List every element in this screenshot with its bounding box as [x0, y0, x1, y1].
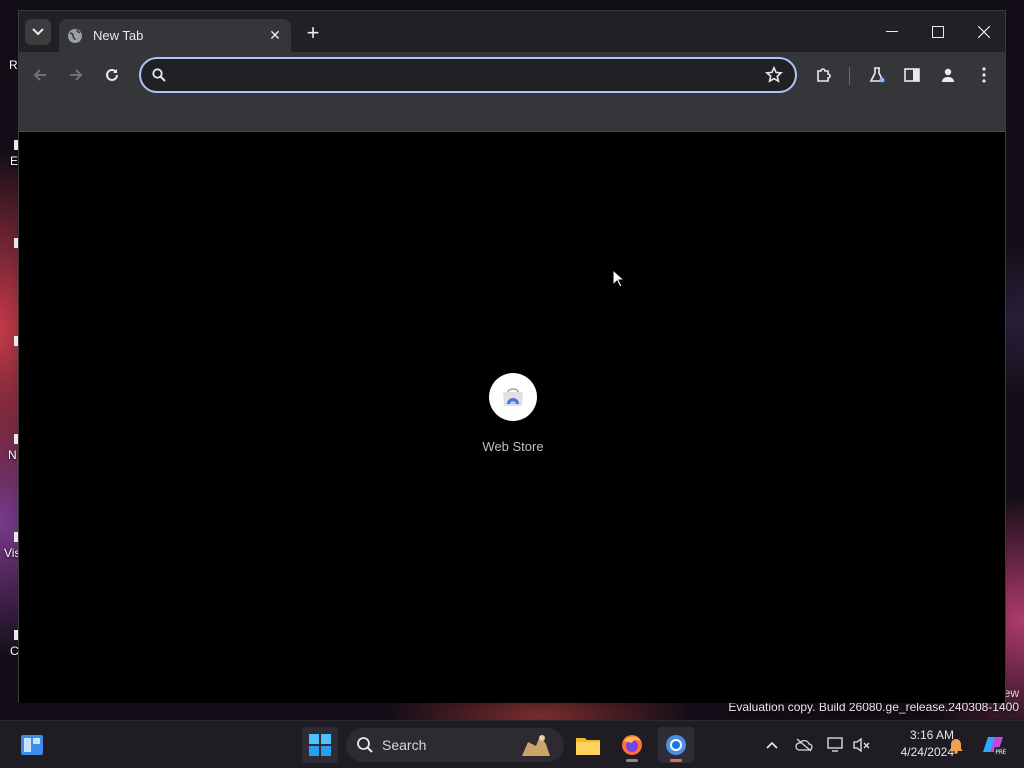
profile-button[interactable]: [935, 62, 961, 88]
globe-icon: [68, 28, 82, 43]
address-input[interactable]: [175, 59, 755, 91]
tab-new-tab[interactable]: New Tab ✕: [59, 19, 291, 52]
extensions-button[interactable]: [811, 62, 837, 88]
network-icon: [827, 737, 843, 752]
chevron-up-icon: [766, 741, 778, 749]
puzzle-icon: [817, 68, 831, 82]
bell-icon: [949, 739, 963, 754]
menu-button[interactable]: [971, 62, 997, 88]
person-icon: [942, 68, 954, 82]
desktop-icon-4[interactable]: [0, 336, 20, 350]
notifications-button[interactable]: [946, 735, 966, 755]
browser-window: New Tab ✕ + Web Store: [18, 10, 1006, 703]
search-icon: [357, 737, 373, 753]
onedrive-tray[interactable]: [794, 735, 814, 755]
tab-strip: New Tab ✕ +: [19, 11, 1005, 52]
desktop-icon-c[interactable]: C: [0, 630, 20, 658]
close-window-button[interactable]: [961, 17, 1007, 47]
tab-title: New Tab: [93, 28, 144, 43]
desktop-icon-vis[interactable]: Vis: [0, 532, 20, 560]
mouse-cursor-icon: [612, 269, 624, 288]
taskbar-file-explorer[interactable]: [570, 727, 606, 763]
desktop-icon-label: N: [8, 448, 17, 462]
maximize-icon: [932, 26, 944, 38]
maximize-button[interactable]: [915, 17, 961, 47]
side-panel-icon: [904, 68, 920, 82]
running-indicator: [670, 759, 682, 762]
widgets-icon: [21, 735, 43, 755]
svg-text:PRE: PRE: [996, 750, 1007, 756]
arrow-right-icon: [70, 69, 83, 81]
copilot-button[interactable]: PRE: [980, 735, 1007, 756]
arrow-left-icon: [33, 69, 46, 81]
show-hidden-icons-button[interactable]: [762, 735, 782, 755]
speaker-muted-icon: [853, 737, 870, 753]
reload-icon: [106, 68, 118, 81]
bookmark-star-icon[interactable]: [765, 66, 783, 84]
close-icon: [978, 26, 990, 38]
widgets-button[interactable]: [14, 727, 50, 763]
forward-button[interactable]: [63, 62, 89, 88]
minimize-button[interactable]: [869, 17, 915, 47]
taskbar-chrome[interactable]: [658, 727, 694, 763]
kebab-menu-icon: [982, 67, 986, 83]
side-panel-button[interactable]: [899, 62, 925, 88]
taskbar-search[interactable]: Search: [346, 728, 564, 762]
new-tab-page: Web Store: [19, 133, 1005, 703]
start-button[interactable]: [302, 727, 338, 763]
bookmarks-bar: [19, 97, 1005, 132]
flask-icon: [869, 67, 885, 83]
search-icon: [152, 68, 166, 82]
taskbar-search-label: Search: [382, 737, 427, 753]
web-store-icon: [503, 388, 523, 406]
desktop-icon-recycle[interactable]: R: [0, 58, 20, 72]
new-tab-button[interactable]: +: [301, 22, 325, 46]
address-bar[interactable]: [139, 57, 797, 93]
cloud-off-icon: [795, 738, 813, 752]
desktop-icon-label: R: [9, 58, 18, 72]
desktop-icon-3[interactable]: [0, 238, 20, 252]
desktop-icon-label: E: [10, 154, 19, 168]
desktop-icon-e[interactable]: E: [0, 140, 20, 168]
taskbar-firefox[interactable]: [614, 727, 650, 763]
taskbar: Search 3:16 AM 4/24/2024 PRE: [0, 720, 1024, 768]
clock-date: 4/24/2024: [900, 745, 954, 759]
minimize-icon: [886, 31, 898, 32]
close-tab-icon[interactable]: ✕: [267, 27, 283, 44]
copilot-icon: PRE: [983, 737, 1007, 756]
reload-button[interactable]: [99, 62, 125, 88]
running-indicator: [626, 759, 638, 762]
network-tray[interactable]: [826, 735, 846, 755]
search-highlight-icon: [522, 735, 550, 756]
shortcut-tile: [489, 373, 537, 421]
back-button[interactable]: [27, 62, 53, 88]
toolbar-divider: [849, 67, 850, 85]
toolbar: [19, 52, 1005, 97]
windows-logo-icon: [309, 734, 331, 756]
firefox-icon: [622, 735, 642, 755]
system-clock[interactable]: 3:16 AM 4/24/2024: [872, 727, 954, 761]
tab-search-button[interactable]: [25, 19, 51, 45]
chevron-down-icon: [32, 28, 44, 36]
clock-time: 3:16 AM: [909, 728, 954, 742]
desktop-icon-n[interactable]: N: [0, 434, 20, 462]
shortcut-web-store[interactable]: Web Store: [473, 373, 553, 454]
shortcut-label: Web Store: [482, 439, 544, 454]
volume-tray[interactable]: [852, 735, 872, 755]
labs-button[interactable]: [864, 62, 890, 88]
folder-icon: [576, 738, 600, 755]
chrome-icon: [666, 735, 686, 755]
